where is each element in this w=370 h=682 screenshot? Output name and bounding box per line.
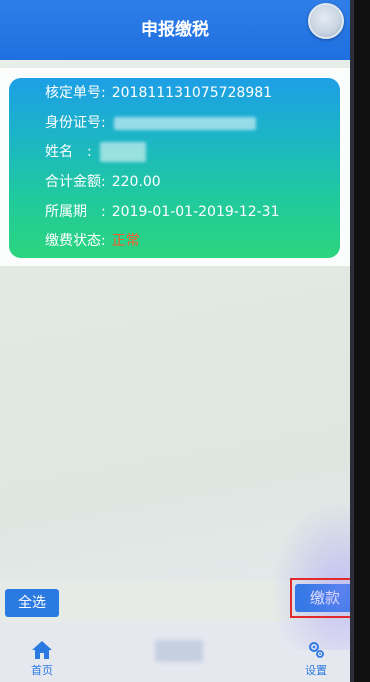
field-label: 核定单号:	[45, 85, 106, 101]
tab-label: 首页	[31, 664, 53, 677]
field-label: 所属期 :	[45, 204, 106, 220]
redacted-tab	[155, 640, 203, 662]
select-all-button[interactable]: 全选	[5, 589, 59, 617]
record-row-total: 合计金额: 220.00	[45, 172, 161, 192]
tab-label: 设置	[305, 664, 327, 677]
tab-settings[interactable]: 设置	[286, 640, 346, 678]
record-row-period: 所属期 : 2019-01-01-2019-12-31	[45, 202, 280, 222]
page-title: 申报缴税	[141, 20, 209, 40]
device-frame	[350, 0, 370, 682]
redacted-name	[99, 142, 146, 162]
field-label: 合计金额:	[45, 174, 106, 190]
gear-icon	[309, 642, 324, 658]
record-row-order-no: 核定单号: 201811131075728981	[45, 83, 272, 103]
order-number: 201811131075728981	[111, 85, 273, 101]
field-label: 缴费状态:	[45, 233, 106, 249]
payment-status: 正常	[111, 233, 140, 249]
field-label: 身份证号:	[45, 115, 106, 131]
record-row-status: 缴费状态: 正常	[45, 231, 140, 251]
record-row-id-number: 身份证号:	[45, 113, 256, 133]
field-label: 姓名 :	[45, 144, 92, 160]
tax-period: 2019-01-01-2019-12-31	[111, 204, 280, 220]
total-amount: 220.00	[111, 174, 161, 190]
record-row-name: 姓名 :	[45, 142, 146, 162]
redacted-id-number	[113, 116, 256, 130]
tab-home[interactable]: 首页	[12, 640, 72, 678]
home-icon	[32, 641, 52, 659]
floating-assist-button[interactable]	[308, 3, 344, 39]
